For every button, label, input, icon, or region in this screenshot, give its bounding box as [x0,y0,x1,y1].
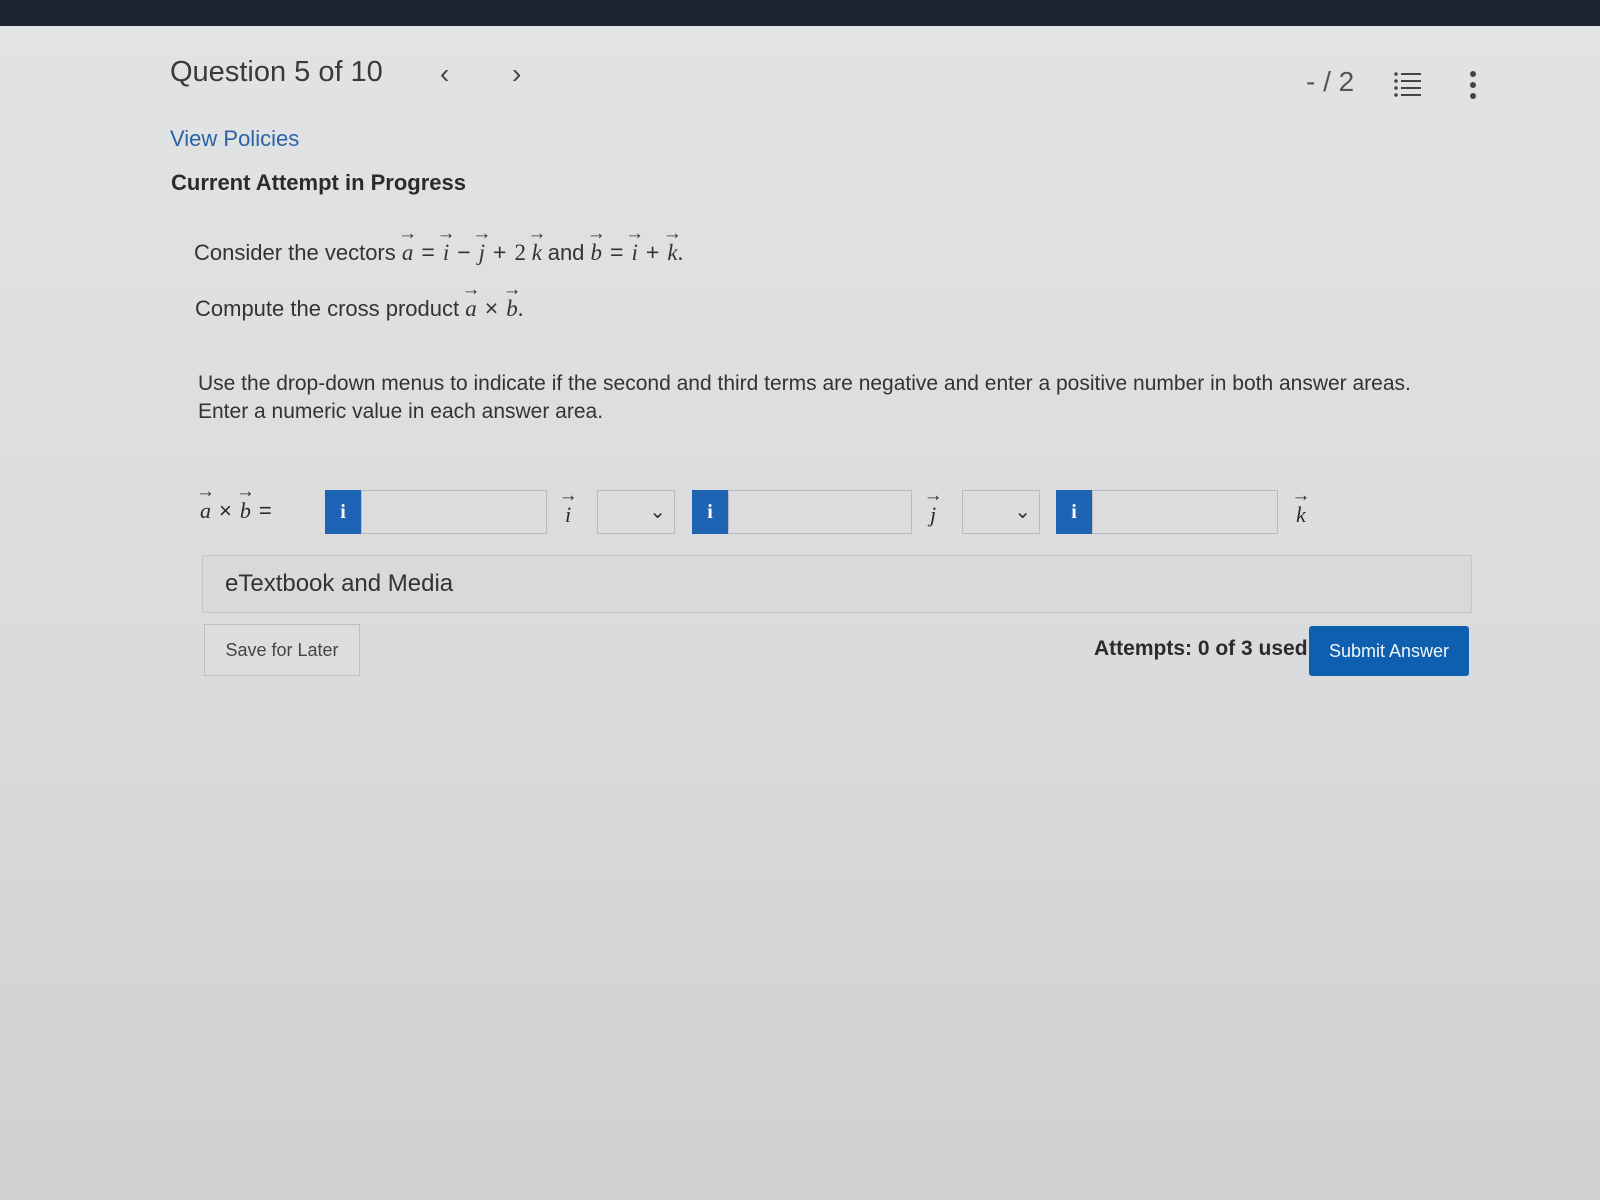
vector-k: k [667,236,677,266]
sign-dropdown-k[interactable]: ⌄ [962,490,1040,534]
problem-line2-prefix: Compute the cross product [195,296,460,321]
plus-sign: + [645,239,660,265]
equals-sign: = [421,239,435,265]
etextbook-media-panel[interactable]: eTextbook and Media [202,555,1472,613]
info-icon[interactable]: i [325,490,361,534]
vector-a: a [200,494,211,524]
vector-i: i [565,498,571,528]
problem-line1-prefix: Consider the vectors [194,240,396,265]
more-vertical-icon[interactable] [1468,70,1478,100]
vector-j: j [930,498,936,528]
info-icon[interactable]: i [1056,490,1092,534]
attempts-counter: Attempts: 0 of 3 used [1094,637,1308,660]
equals-sign: = [258,498,272,523]
cross-sign: × [219,498,232,523]
question-counter: Question 5 of 10 [170,56,383,88]
attempt-status-heading: Current Attempt in Progress [171,170,467,195]
page-background [0,26,1600,1200]
vector-i: i [631,236,637,266]
view-policies-link[interactable]: View Policies [170,126,299,152]
question-list-icon[interactable] [1393,70,1423,98]
vector-j: j [479,236,485,266]
vector-i: i [443,236,449,266]
answer-lhs: a × b = [200,494,280,524]
sign-dropdown-j[interactable]: ⌄ [597,490,675,534]
coefficient-2: 2 [514,240,526,265]
minus-sign: − [457,239,471,265]
vector-k: k [1296,498,1306,528]
cross-sign: × [484,295,499,321]
answer-row: a × b = i i ⌄ i j ⌄ i k [200,490,1320,536]
unit-vector-j: j [930,498,936,528]
vector-a: a [402,236,414,266]
answer-input-i[interactable] [361,490,547,534]
plus-sign: + [493,239,507,265]
instructions-line2: Enter a numeric value in each answer are… [198,400,604,423]
info-icon[interactable]: i [692,490,728,534]
chevron-down-icon: ⌄ [1014,501,1031,523]
etextbook-media-label: eTextbook and Media [225,570,454,597]
chevron-down-icon: ⌄ [649,501,666,523]
problem-statement-task: Compute the cross product a×b. [195,292,523,322]
unit-vector-k: k [1296,498,1306,528]
instructions-line1: Use the drop-down menus to indicate if t… [198,372,1411,395]
save-for-later-button[interactable]: Save for Later [204,624,360,676]
instructions: Use the drop-down menus to indicate if t… [198,370,1448,426]
answer-input-k[interactable] [1092,490,1278,534]
vector-b: b [240,494,251,524]
chevron-left-icon[interactable]: ‹ [440,58,449,90]
problem-and-word: and [547,240,585,265]
unit-vector-i: i [565,498,571,528]
vector-b: b [591,236,603,266]
equals-sign: = [610,239,624,265]
vector-b: b [506,292,518,322]
problem-statement-vectors: Consider the vectors a=i−j+2 k and b=i+k… [194,236,683,266]
chevron-right-icon[interactable]: › [512,58,521,90]
vector-a: a [465,292,477,322]
answer-input-j[interactable] [728,490,912,534]
score-display: - / 2 [1306,66,1355,97]
submit-answer-button[interactable]: Submit Answer [1309,626,1469,676]
vector-k: k [532,236,542,266]
